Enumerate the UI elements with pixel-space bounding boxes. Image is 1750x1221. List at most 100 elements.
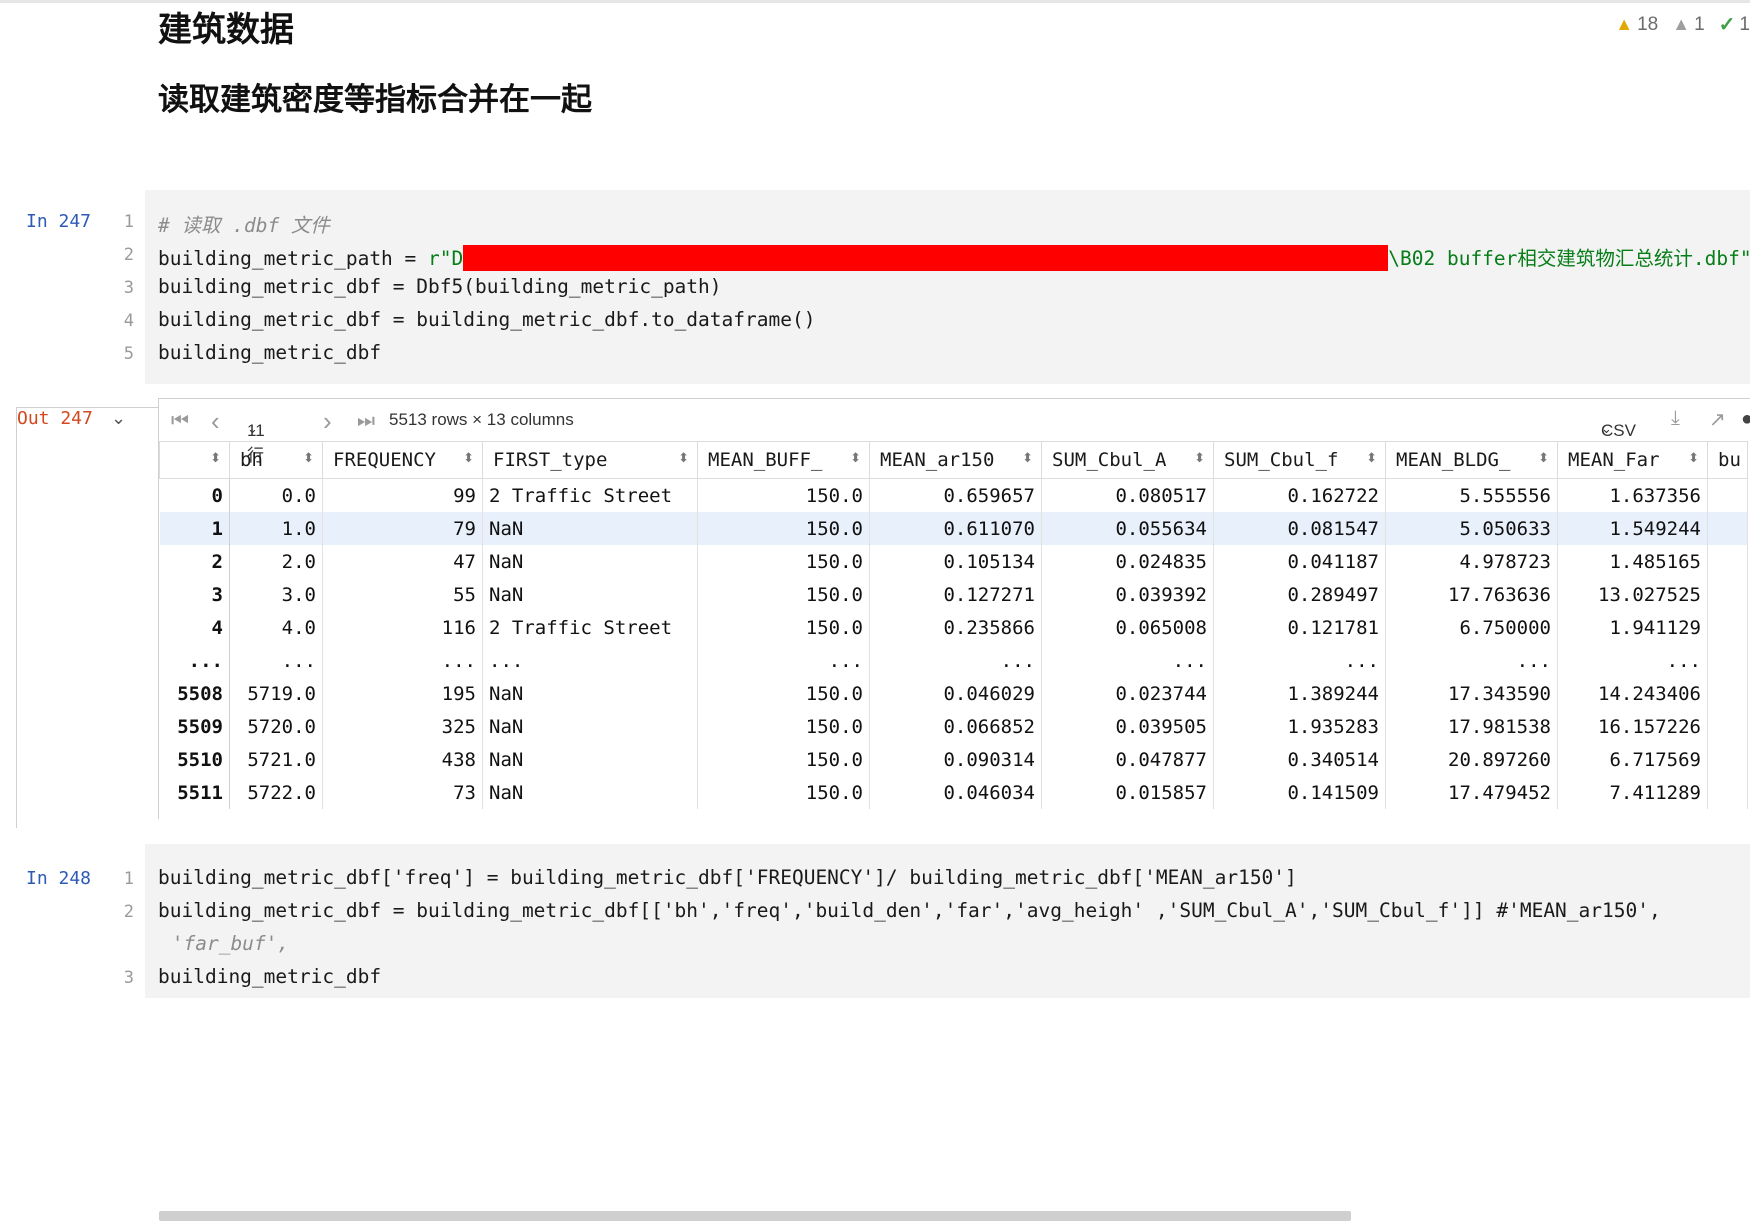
table-cell[interactable]: 17.343590 [1385, 677, 1558, 710]
table-cell[interactable]: 0.340514 [1213, 743, 1386, 776]
table-cell[interactable]: 0.023744 [1041, 677, 1214, 710]
download-icon[interactable]: ⤓ [1671, 407, 1680, 430]
table-cell[interactable] [1707, 611, 1748, 644]
table-cell[interactable] [1707, 710, 1748, 743]
table-row[interactable]: 1 1.0 79 NaN 150.0 0.611070 0.055634 0.081547 5.… [159, 512, 1748, 545]
column-header[interactable]: MEAN_Far ⬍ [1557, 441, 1708, 479]
table-cell[interactable]: 99 [322, 478, 483, 512]
table-cell[interactable]: 0.105134 [869, 545, 1042, 578]
sort-icon[interactable]: ⬍ [463, 451, 474, 466]
table-cell[interactable]: 5721.0 [229, 743, 323, 776]
table-row[interactable]: 4 4.0 116 2 Traffic Street 150.0 0.235866 0.06… [159, 611, 1748, 644]
table-cell[interactable]: 2 Traffic Street [482, 478, 698, 512]
table-cell[interactable]: 14.243406 [1557, 677, 1708, 710]
last-page-icon[interactable]: ⏭ [357, 410, 375, 433]
table-cell[interactable]: 438 [322, 743, 483, 776]
table-cell[interactable]: 0.081547 [1213, 512, 1386, 545]
table-cell[interactable]: ... [869, 644, 1042, 677]
table-cell[interactable]: 150.0 [697, 710, 870, 743]
table-row[interactable]: 3 3.0 55 NaN 150.0 0.127271 0.039392 0.289497 17… [159, 578, 1748, 611]
table-row[interactable]: 5510 5721.0 438 NaN 150.0 0.090314 0.047877 0.3… [159, 743, 1748, 776]
column-header[interactable]: MEAN_ar150 ⬍ [869, 441, 1042, 479]
table-cell[interactable]: 79 [322, 512, 483, 545]
table-cell[interactable]: 5.050633 [1385, 512, 1558, 545]
table-cell[interactable]: 150.0 [697, 578, 870, 611]
table-cell[interactable]: 195 [322, 677, 483, 710]
table-cell[interactable]: 0.015857 [1041, 776, 1214, 809]
table-cell[interactable]: 150.0 [697, 478, 870, 512]
table-cell[interactable] [1707, 776, 1748, 809]
table-cell[interactable]: 0.046029 [869, 677, 1042, 710]
column-header[interactable]: FIRST_type ⬍ [482, 441, 698, 479]
table-cell[interactable]: NaN [482, 545, 698, 578]
table-cell[interactable]: 0.162722 [1213, 478, 1386, 512]
table-cell[interactable]: 150.0 [697, 512, 870, 545]
table-cell[interactable]: 55 [322, 578, 483, 611]
prev-page-icon[interactable]: ‹ [211, 406, 220, 437]
row-index-cell[interactable]: 3 [159, 578, 230, 611]
table-cell[interactable]: 17.763636 [1385, 578, 1558, 611]
row-index-cell[interactable]: 5509 [159, 710, 230, 743]
table-cell[interactable]: 2 Traffic Street [482, 611, 698, 644]
table-cell[interactable]: ... [1385, 644, 1558, 677]
row-index-cell[interactable]: 5511 [159, 776, 230, 809]
table-cell[interactable]: 0.065008 [1041, 611, 1214, 644]
row-index-cell[interactable]: ... [159, 644, 230, 677]
table-cell[interactable]: 116 [322, 611, 483, 644]
row-index-cell[interactable]: 1 [159, 512, 230, 545]
table-cell[interactable]: 7.411289 [1557, 776, 1708, 809]
table-cell[interactable]: 73 [322, 776, 483, 809]
table-cell[interactable]: NaN [482, 578, 698, 611]
sort-icon[interactable]: ⬍ [1366, 451, 1377, 466]
row-index-cell[interactable]: 5508 [159, 677, 230, 710]
next-page-icon[interactable]: › [323, 406, 332, 437]
table-cell[interactable]: 4.978723 [1385, 545, 1558, 578]
table-cell[interactable]: 17.981538 [1385, 710, 1558, 743]
column-header[interactable]: ⬍ [159, 441, 230, 479]
table-cell[interactable] [1707, 545, 1748, 578]
table-row[interactable]: 5509 5720.0 325 NaN 150.0 0.066852 0.039505 1.9… [159, 710, 1748, 743]
table-cell[interactable]: ... [229, 644, 323, 677]
sort-icon[interactable]: ⬍ [210, 451, 221, 466]
table-cell[interactable]: 0.041187 [1213, 545, 1386, 578]
table-cell[interactable]: 0.289497 [1213, 578, 1386, 611]
table-cell[interactable]: 2.0 [229, 545, 323, 578]
table-cell[interactable]: NaN [482, 677, 698, 710]
code-line-2[interactable]: building_metric_dbf = building_metric_db… [158, 899, 1661, 922]
sort-icon[interactable]: ⬍ [678, 451, 689, 466]
table-cell[interactable]: 0.080517 [1041, 478, 1214, 512]
collapse-output-chevron-icon[interactable]: ⌄ [111, 408, 126, 429]
table-cell[interactable]: 0.047877 [1041, 743, 1214, 776]
table-row[interactable]: 5511 5722.0 73 NaN 150.0 0.046034 0.015857 0.14… [159, 776, 1748, 809]
table-cell[interactable] [1707, 644, 1748, 677]
table-cell[interactable] [1707, 512, 1748, 545]
table-cell[interactable]: 0.611070 [869, 512, 1042, 545]
weak-warnings-group[interactable]: ▲ 1 [1672, 14, 1704, 36]
table-cell[interactable] [1707, 478, 1748, 512]
code-line-5[interactable]: building_metric_dbf [158, 341, 381, 364]
table-cell[interactable]: NaN [482, 743, 698, 776]
table-cell[interactable]: ... [1557, 644, 1708, 677]
table-cell[interactable]: NaN [482, 776, 698, 809]
horizontal-scrollbar[interactable] [159, 1211, 1351, 1221]
table-cell[interactable] [1707, 743, 1748, 776]
row-index-cell[interactable]: 0 [159, 478, 230, 512]
table-cell[interactable] [1707, 677, 1748, 710]
sort-icon[interactable]: ⬍ [303, 451, 314, 466]
table-cell[interactable]: 1.941129 [1557, 611, 1708, 644]
table-cell[interactable]: 0.055634 [1041, 512, 1214, 545]
cell-input-prompt[interactable]: In 248 [26, 868, 91, 889]
code-line-3[interactable]: building_metric_dbf = Dbf5(building_metr… [158, 275, 722, 298]
ok-group[interactable]: ✓ 1 [1719, 12, 1750, 37]
table-cell[interactable]: ... [697, 644, 870, 677]
table-cell[interactable]: ... [1213, 644, 1386, 677]
table-row[interactable]: .............................. [159, 644, 1748, 677]
row-index-cell[interactable]: 2 [159, 545, 230, 578]
table-row[interactable]: 5508 5719.0 195 NaN 150.0 0.046029 0.023744 1.3… [159, 677, 1748, 710]
table-cell[interactable]: 0.235866 [869, 611, 1042, 644]
table-cell[interactable]: 325 [322, 710, 483, 743]
table-cell[interactable]: 6.750000 [1385, 611, 1558, 644]
table-cell[interactable]: 0.141509 [1213, 776, 1386, 809]
table-cell[interactable]: 0.046034 [869, 776, 1042, 809]
table-cell[interactable]: 150.0 [697, 545, 870, 578]
